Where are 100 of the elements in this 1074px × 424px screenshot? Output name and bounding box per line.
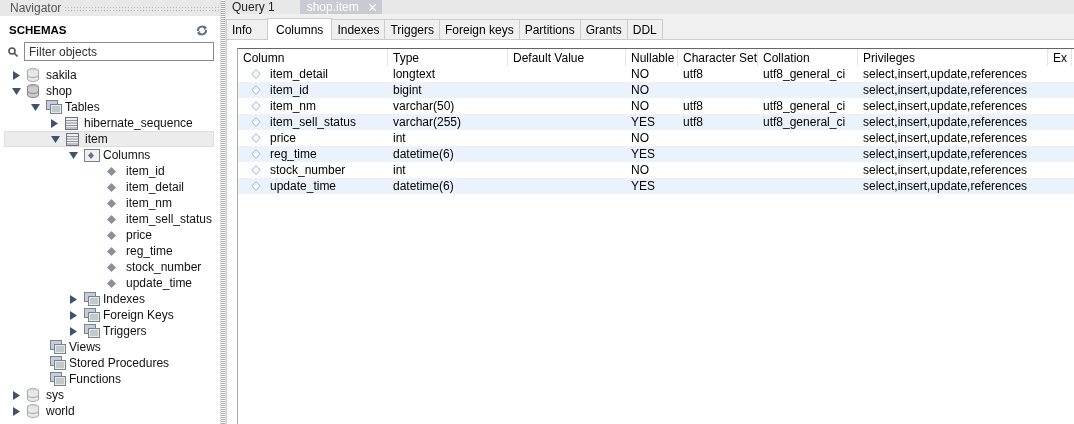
table-icon [66, 132, 79, 146]
table-cell: varchar(50) [393, 99, 455, 113]
table-cell: NO [631, 83, 649, 97]
table-cell: price [270, 131, 296, 145]
filter-field[interactable]: Filter objects [24, 42, 214, 61]
tree-item[interactable]: Columns [4, 147, 214, 163]
tree-item[interactable]: price [4, 227, 214, 243]
table-cell: utf8 [683, 99, 703, 113]
table-cell: utf8 [683, 115, 703, 129]
folder-icon [50, 356, 66, 370]
table-cell: YES [631, 115, 655, 129]
table-cell: utf8_general_ci [763, 115, 846, 129]
column-header[interactable]: Column [238, 49, 388, 66]
table-icon [65, 116, 78, 130]
inspector-tab[interactable]: Triggers [384, 19, 440, 39]
expand-arrow-icon[interactable] [50, 118, 59, 128]
collapse-arrow-icon[interactable] [31, 102, 40, 112]
column-header[interactable]: Default Value [508, 49, 626, 66]
refresh-icon[interactable] [196, 24, 208, 36]
column-header[interactable]: Ex [1048, 49, 1072, 66]
columns-folder-icon [84, 148, 100, 162]
tree-item[interactable]: Views [4, 339, 214, 355]
column-header[interactable]: Collation [758, 49, 858, 66]
tree-item[interactable]: shop [4, 83, 214, 99]
expand-arrow-icon[interactable] [69, 326, 78, 336]
table-cell: item_nm [270, 99, 316, 113]
table-cell: select,insert,update,references [863, 99, 1028, 113]
inspector-tab[interactable]: Info [226, 19, 268, 39]
table-cell: select,insert,update,references [863, 147, 1028, 161]
expand-arrow-icon[interactable] [69, 310, 78, 320]
tree-item[interactable]: Tables [4, 99, 214, 115]
tree-item[interactable]: hibernate_sequence [4, 115, 214, 131]
table-cell: YES [631, 147, 655, 161]
table-cell: datetime(6) [393, 147, 454, 161]
inspector-tab[interactable]: DDL [626, 19, 663, 39]
table-cell: stock_number [270, 163, 346, 177]
table-cell: select,insert,update,references [863, 83, 1028, 97]
table-cell: longtext [393, 67, 436, 81]
table-cell: utf8 [683, 67, 703, 81]
section-title: SCHEMAS [9, 24, 67, 36]
tree-item[interactable]: item_detail [4, 179, 214, 195]
tree-item[interactable]: sys [4, 387, 214, 403]
tree-item[interactable]: world [4, 403, 214, 419]
database-icon [27, 388, 39, 402]
table-cell: select,insert,update,references [863, 179, 1028, 193]
column-header[interactable]: Character Set [678, 49, 758, 66]
folder-icon [46, 100, 62, 114]
expand-arrow-icon[interactable] [12, 70, 21, 80]
table-cell: datetime(6) [393, 179, 454, 193]
tree-item[interactable]: update_time [4, 275, 214, 291]
table-cell: utf8_general_ci [763, 67, 846, 81]
table-cell: reg_time [270, 147, 317, 161]
table-cell: item_sell_status [270, 115, 357, 129]
column-header[interactable]: Type [388, 49, 508, 66]
inspector-tab[interactable]: Foreign keys [439, 19, 520, 39]
tree-item[interactable]: sakila [4, 67, 214, 83]
tree-item[interactable]: item_id [4, 163, 214, 179]
tree-item[interactable]: item_sell_status [4, 211, 214, 227]
database-icon [27, 84, 39, 98]
tree-item[interactable]: Triggers [4, 323, 214, 339]
table-cell: select,insert,update,references [863, 131, 1028, 145]
inspector-tab[interactable]: Columns [267, 18, 333, 40]
collapse-arrow-icon[interactable] [51, 134, 60, 144]
folder-icon [84, 292, 100, 306]
tree-item[interactable]: Foreign Keys [4, 307, 214, 323]
folder-icon [84, 324, 100, 338]
table-cell: select,insert,update,references [863, 163, 1028, 177]
table-cell: select,insert,update,references [863, 115, 1028, 129]
table-cell: int [393, 163, 406, 177]
collapse-arrow-icon[interactable] [12, 86, 21, 96]
table-cell: int [393, 131, 406, 145]
tree-item[interactable]: item_nm [4, 195, 214, 211]
table-cell: utf8_general_ci [763, 99, 846, 113]
table-cell: NO [631, 67, 649, 81]
column-header[interactable]: Nullable [626, 49, 678, 66]
collapse-arrow-icon[interactable] [69, 150, 78, 160]
tree-item[interactable]: reg_time [4, 243, 214, 259]
table-cell: YES [631, 179, 655, 193]
folder-icon [50, 340, 66, 354]
tree-item[interactable]: Functions [4, 371, 214, 387]
search-icon [8, 46, 18, 57]
tree-item[interactable]: Indexes [4, 291, 214, 307]
tree-item[interactable]: item [4, 131, 214, 147]
tree-item[interactable]: Stored Procedures [4, 355, 214, 371]
table-cell: NO [631, 163, 649, 177]
tree-item[interactable]: stock_number [4, 259, 214, 275]
panel-title: Navigator [10, 1, 62, 15]
table-cell: select,insert,update,references [863, 67, 1028, 81]
editor-tab[interactable]: Query 1 [226, 0, 286, 14]
expand-arrow-icon[interactable] [12, 390, 21, 400]
table-cell: item_id [270, 83, 309, 97]
expand-arrow-icon[interactable] [12, 406, 21, 416]
table-cell: bigint [393, 83, 422, 97]
database-icon [27, 404, 39, 418]
folder-icon [50, 372, 66, 386]
database-icon [27, 68, 39, 82]
table-cell: varchar(255) [393, 115, 462, 129]
column-header[interactable]: Privileges [858, 49, 1048, 66]
expand-arrow-icon[interactable] [69, 294, 78, 304]
table-cell: NO [631, 131, 649, 145]
